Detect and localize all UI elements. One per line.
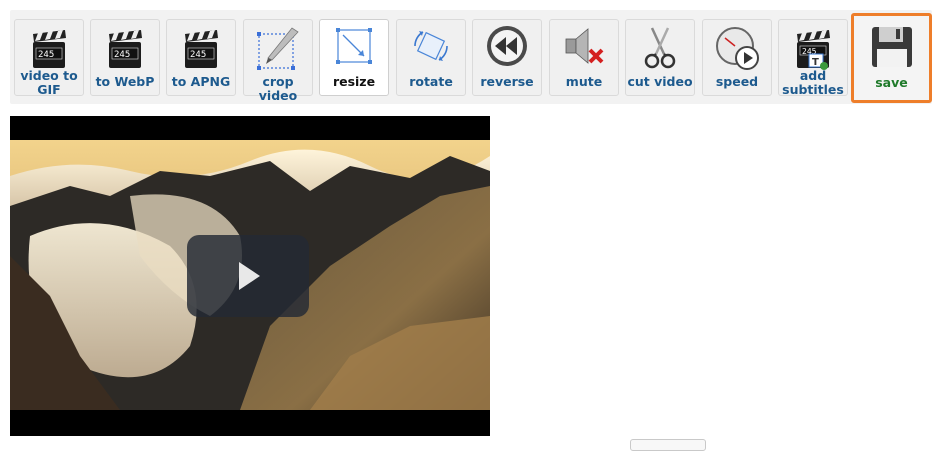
add-subtitles-button[interactable]: 245 T add subtitles (778, 19, 848, 97)
clapperboard-icon: 245 (185, 30, 218, 68)
svg-text:245: 245 (38, 50, 54, 60)
video-player[interactable] (10, 116, 490, 436)
crop-video-button[interactable]: crop video (243, 19, 313, 103)
to-apng-label: to APNG (171, 74, 231, 89)
speaker-mute-icon (565, 28, 604, 64)
stopwatch-icon (716, 27, 759, 70)
svg-text:T: T (812, 57, 819, 68)
cut-video-button[interactable]: cut video (625, 19, 695, 96)
mute-button[interactable]: mute (549, 19, 619, 96)
to-webp-button[interactable]: 245 to WebP (90, 19, 160, 96)
rewind-icon (487, 26, 527, 66)
speed-button[interactable]: speed (702, 19, 772, 96)
play-button[interactable] (187, 235, 309, 317)
video-to-gif-button[interactable]: 245 video to GIF (14, 19, 84, 97)
tool-toolbar: 245 video to GIF 245 to WebP 245 to APNG (10, 10, 932, 104)
clapperboard-icon: 245 (109, 30, 142, 68)
svg-text:245: 245 (190, 50, 206, 60)
svg-text:245: 245 (114, 50, 130, 60)
crop-icon (257, 27, 299, 70)
resize-label: resize (332, 74, 376, 89)
speed-label: speed (715, 74, 759, 89)
rotate-icon (414, 31, 448, 61)
crop-video-label: crop video (258, 74, 298, 103)
save-button[interactable]: save (851, 13, 932, 103)
floppy-disk-icon (871, 27, 912, 67)
size-select[interactable] (630, 439, 706, 451)
resize-button[interactable]: resize (319, 19, 389, 96)
rotate-button[interactable]: rotate (396, 19, 466, 96)
add-subtitles-label: add subtitles (782, 68, 844, 97)
clapperboard-icon: 245 (33, 30, 66, 68)
resize-icon (336, 28, 372, 64)
to-webp-label: to WebP (95, 74, 155, 89)
scissors-icon (644, 27, 676, 69)
save-label: save (875, 75, 908, 90)
subtitles-icon: 245 T (797, 30, 830, 70)
play-icon (239, 262, 260, 290)
cut-video-label: cut video (627, 74, 693, 89)
to-apng-button[interactable]: 245 to APNG (166, 19, 236, 96)
reverse-label: reverse (480, 74, 534, 89)
rotate-label: rotate (409, 74, 453, 89)
reverse-button[interactable]: reverse (472, 19, 542, 96)
mute-label: mute (565, 74, 603, 89)
video-to-gif-label: video to GIF (20, 68, 78, 97)
